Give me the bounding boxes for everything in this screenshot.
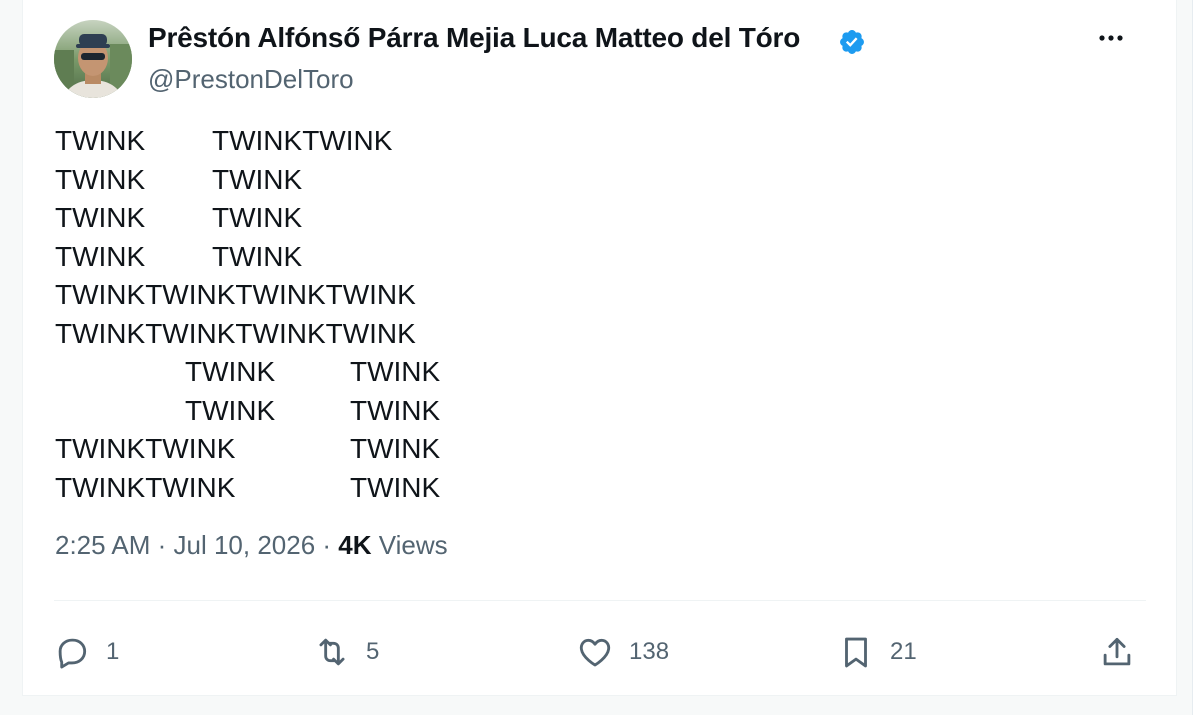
- verified-badge-icon[interactable]: [838, 28, 866, 56]
- tweet-word: TWINK: [212, 202, 303, 233]
- share-icon: [1103, 637, 1131, 666]
- tweet-word: TWINK: [212, 240, 303, 272]
- tweet-word: TWINK: [55, 202, 146, 233]
- reply-icon: [58, 638, 87, 669]
- tweet-word: TWINKTWINKTWINKTWINK: [55, 317, 416, 349]
- repost-count: 5: [366, 638, 380, 665]
- tweet-line: TWINK TWINK: [55, 354, 755, 393]
- avatar[interactable]: [54, 20, 132, 98]
- tweet-word: TWINK: [55, 163, 146, 195]
- author-handle[interactable]: @PrestonDelToro: [148, 64, 354, 95]
- views-label: Views: [371, 530, 448, 560]
- tweet-line: TWINKTWINKTWINKTWINK: [55, 277, 755, 316]
- like-count: 138: [629, 638, 670, 665]
- repost-icon: [319, 638, 345, 666]
- tweet-line: TWINKTWINK TWINK: [55, 470, 755, 509]
- tweet-line: TWINK TWINK: [55, 239, 755, 278]
- heart-icon: [579, 638, 611, 667]
- tweet-word: TWINK: [55, 240, 146, 272]
- tweet-word: TWINK: [185, 394, 276, 426]
- tweet-line: TWINK TWINK: [55, 162, 755, 201]
- tweet-word: TWINK: [350, 394, 441, 426]
- views-count: 4K: [338, 530, 372, 560]
- like-button[interactable]: 138: [576, 630, 669, 674]
- page: Prêstón Alfónső Párra Mejia Luca Matteo …: [0, 0, 1200, 715]
- tweet-word: TWINK: [350, 471, 441, 503]
- tweet-word: TWINK: [55, 125, 146, 156]
- tweet-word: TWINKTWINK: [55, 471, 236, 503]
- reply-button[interactable]: 1: [53, 630, 119, 674]
- bookmark-button[interactable]: 21: [837, 630, 917, 674]
- bookmark-count: 21: [890, 638, 917, 665]
- tweet-line: TWINKTWINKTWINKTWINK: [55, 316, 755, 355]
- right-panel-edge: [1192, 0, 1200, 715]
- tweet-text: TWINK TWINKTWINK TWINK TWINK TWINK TWINK…: [55, 123, 755, 508]
- tweet-line: TWINK TWINK: [55, 200, 755, 239]
- tweet-word: TWINK: [350, 433, 441, 464]
- tweet-time[interactable]: 2:25 AM: [55, 530, 150, 560]
- tweet-word: TWINKTWINKTWINKTWINK: [55, 279, 416, 310]
- tweet-word: TWINK: [212, 163, 303, 195]
- tweet-word: TWINKTWINK: [55, 433, 236, 464]
- bookmark-icon: [845, 637, 867, 668]
- tweet-line: TWINKTWINK TWINK: [55, 431, 755, 470]
- tweet-line: TWINK TWINKTWINK: [55, 123, 755, 162]
- author-display-name[interactable]: Prêstón Alfónső Párra Mejia Luca Matteo …: [148, 22, 800, 54]
- tweet-line: TWINK TWINK: [55, 393, 755, 432]
- meta-separator: ·: [150, 530, 174, 560]
- divider: [54, 600, 1146, 601]
- more-horizontal-icon[interactable]: [1094, 24, 1128, 52]
- tweet-meta: 2:25 AM · Jul 10, 2026 · 4K Views: [55, 530, 448, 561]
- tweet-date[interactable]: Jul 10, 2026: [174, 530, 316, 560]
- share-button[interactable]: [1098, 630, 1136, 674]
- tweet-word: TWINK: [350, 356, 441, 387]
- tweet-word: TWINK: [185, 356, 276, 387]
- tweet-word: TWINKTWINK: [212, 125, 393, 156]
- reply-count: 1: [106, 638, 120, 665]
- repost-button[interactable]: 5: [313, 630, 379, 674]
- meta-separator: ·: [315, 530, 339, 560]
